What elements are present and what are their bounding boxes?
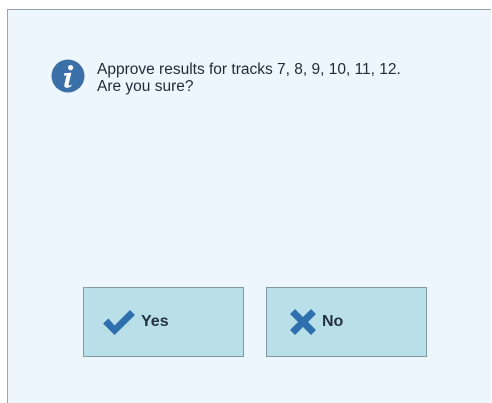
yes-button[interactable]: Yes: [83, 287, 244, 357]
checkmark-icon: [103, 310, 135, 335]
no-button[interactable]: No: [266, 287, 427, 357]
yes-button-label: Yes: [141, 313, 169, 330]
confirmation-dialog: Approve results for tracks 7, 8, 9, 10, …: [7, 9, 491, 403]
message-line-2: Are you sure?: [97, 78, 194, 95]
cross-icon: [290, 309, 316, 335]
info-icon: [51, 59, 85, 93]
no-button-label: No: [322, 313, 344, 330]
dialog-message: Approve results for tracks 7, 8, 9, 10, …: [97, 61, 487, 95]
message-line-1: Approve results for tracks 7, 8, 9, 10, …: [97, 61, 401, 78]
